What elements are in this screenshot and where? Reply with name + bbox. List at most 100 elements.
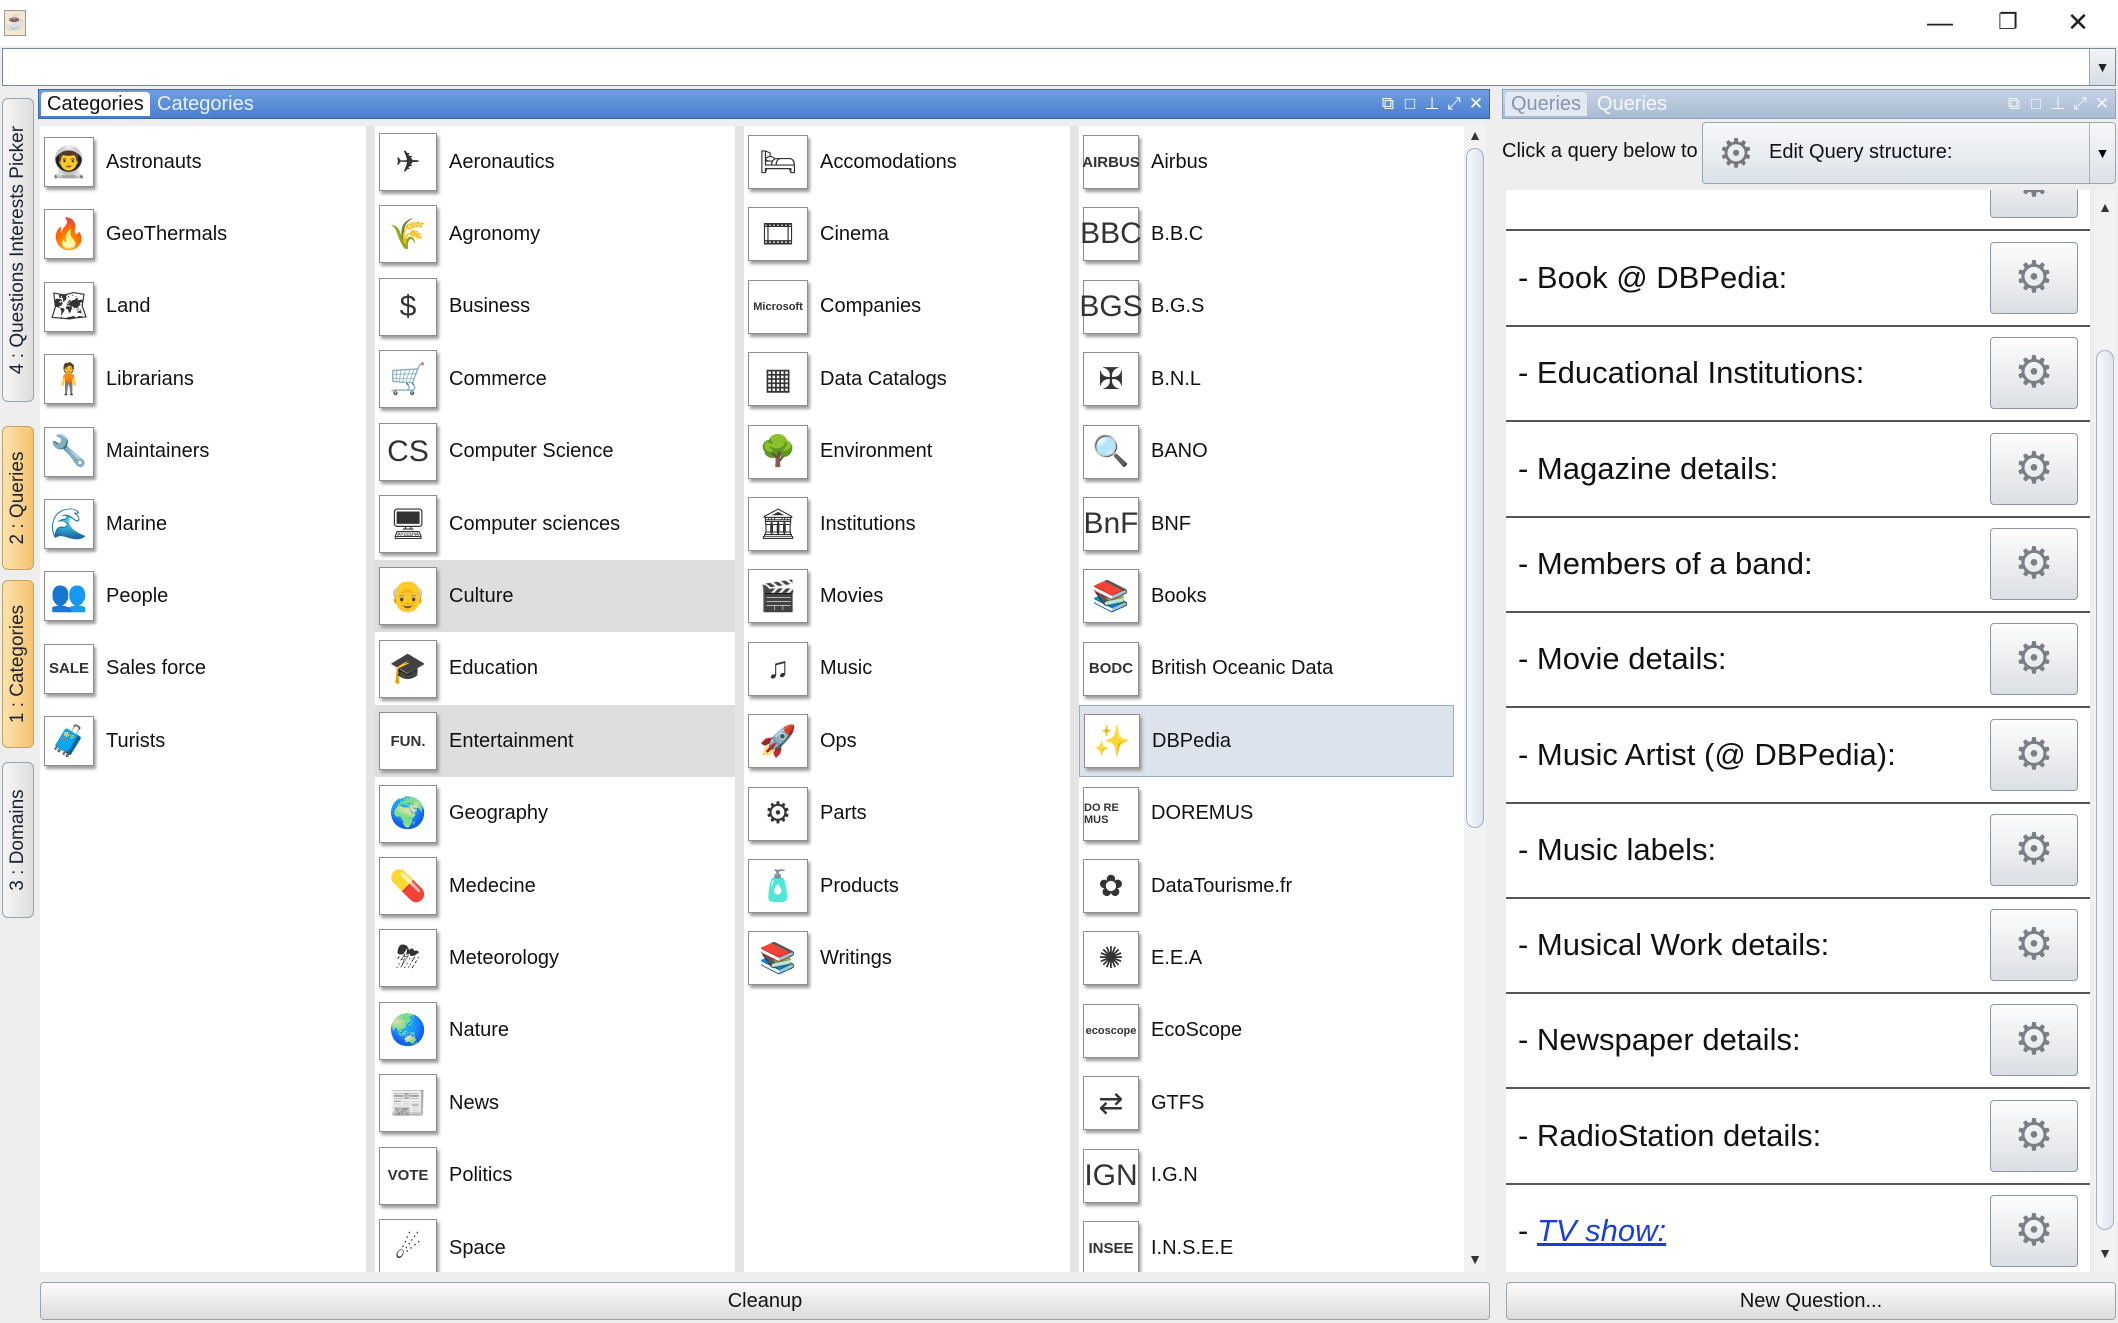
close-button[interactable]: ✕: [2044, 0, 2112, 46]
category-item[interactable]: 🌊 Marine: [40, 488, 366, 560]
edit-query-gear-icon[interactable]: ⚙: [1990, 432, 2078, 505]
panel-pin-icon[interactable]: ⊥: [1421, 93, 1443, 115]
edit-query-gear-icon[interactable]: ⚙: [1990, 1004, 2078, 1077]
gear-pencil-icon[interactable]: ⚙: [1990, 190, 2078, 218]
category-item[interactable]: 🎞 Cinema: [744, 198, 1070, 270]
category-item[interactable]: $ Business: [375, 271, 735, 343]
query-action-combo[interactable]: ⚙ Edit Query structure: ▼: [1702, 122, 2116, 184]
side-tab-queries[interactable]: 2 : Queries: [2, 426, 34, 570]
edit-query-gear-icon[interactable]: ⚙: [1990, 718, 2078, 791]
category-item[interactable]: 🌳 Environment: [744, 416, 1070, 488]
scroll-down-icon[interactable]: ▼: [2094, 1242, 2116, 1264]
cleanup-button[interactable]: Cleanup: [40, 1282, 1490, 1320]
category-item[interactable]: 🗺 Land: [40, 271, 366, 343]
category-item[interactable]: 🔥 GeoThermals: [40, 198, 366, 270]
category-item[interactable]: ☄ Space: [375, 1212, 735, 1272]
category-item[interactable]: BBC B.B.C: [1079, 198, 1454, 270]
category-item[interactable]: 🛒 Commerce: [375, 343, 735, 415]
scroll-up-icon[interactable]: ▲: [2094, 196, 2116, 218]
side-tab-domains[interactable]: 3 : Domains: [2, 762, 34, 918]
category-item[interactable]: 🌏 Nature: [375, 995, 735, 1067]
query-link[interactable]: - TV show:: [1518, 1213, 1666, 1249]
query-row[interactable]: - Musical Work details: ⚙: [1506, 899, 2090, 995]
edit-query-gear-icon[interactable]: ⚙: [1990, 623, 2078, 696]
category-item[interactable]: ⚙ Parts: [744, 778, 1070, 850]
restore-button[interactable]: ❐: [1974, 0, 2042, 46]
category-item[interactable]: ▦ Data Catalogs: [744, 343, 1070, 415]
category-item[interactable]: 💊 Medecine: [375, 850, 735, 922]
query-row[interactable]: - Music labels: ⚙: [1506, 803, 2090, 899]
category-item[interactable]: ⛈ Meteorology: [375, 922, 735, 994]
edit-query-gear-icon[interactable]: ⚙: [1990, 1195, 2078, 1267]
category-item[interactable]: 🎓 Education: [375, 633, 735, 705]
chevron-down-icon[interactable]: ▼: [2089, 123, 2115, 183]
edit-query-gear-icon[interactable]: ⚙: [1990, 813, 2078, 886]
minimize-button[interactable]: —: [1906, 0, 1974, 46]
category-item[interactable]: 🧴 Products: [744, 850, 1070, 922]
category-item[interactable]: ♫ Music: [744, 633, 1070, 705]
category-item[interactable]: 📚 Books: [1079, 560, 1454, 632]
category-item[interactable]: CS Computer Science: [375, 416, 735, 488]
category-item[interactable]: 🌍 Geography: [375, 778, 735, 850]
panel-maximize-icon[interactable]: □: [1399, 93, 1421, 115]
tab-categories[interactable]: Categories: [41, 92, 150, 116]
category-item[interactable]: ✨ DBPedia: [1079, 705, 1454, 778]
query-row[interactable]: - Magazine details: ⚙: [1506, 422, 2090, 518]
category-item[interactable]: 👥 People: [40, 560, 366, 632]
category-item[interactable]: 🎬 Movies: [744, 560, 1070, 632]
query-row[interactable]: - Movie details: ⚙: [1506, 613, 2090, 709]
edit-query-gear-icon[interactable]: ⚙: [1990, 242, 2078, 314]
category-item[interactable]: 👴 Culture: [375, 560, 735, 633]
panel-pin-icon[interactable]: ⊥: [2047, 93, 2069, 115]
side-tab-categories[interactable]: 1 : Categories: [2, 580, 34, 748]
category-item[interactable]: IGN I.G.N: [1079, 1140, 1454, 1212]
panel-detach-icon[interactable]: ⤢: [2069, 93, 2091, 115]
panel-detach-icon[interactable]: ⤢: [1443, 93, 1465, 115]
panel-float-icon[interactable]: ⧉: [2003, 93, 2025, 115]
panel-close-icon[interactable]: ✕: [2091, 93, 2113, 115]
panel-maximize-icon[interactable]: □: [2025, 93, 2047, 115]
scroll-up-icon[interactable]: ▲: [1464, 124, 1486, 146]
category-item[interactable]: 🚀 Ops: [744, 705, 1070, 777]
tab-queries[interactable]: Queries: [1505, 92, 1588, 116]
category-item[interactable]: 🖥 Computer sciences: [375, 488, 735, 560]
category-item[interactable]: 🛏 Accomodations: [744, 126, 1070, 198]
category-item[interactable]: 🧍 Librarians: [40, 343, 366, 415]
category-item[interactable]: BGS B.G.S: [1079, 271, 1454, 343]
category-item[interactable]: BnF BNF: [1079, 488, 1454, 560]
category-item[interactable]: 🔍 BANO: [1079, 416, 1454, 488]
category-item[interactable]: FUN. Entertainment: [375, 705, 735, 778]
scroll-down-icon[interactable]: ▼: [1464, 1248, 1486, 1270]
categories-scrollbar[interactable]: ▲ ▼: [1464, 124, 1486, 1272]
scrollbar-thumb[interactable]: [1466, 148, 1484, 828]
category-item[interactable]: 📰 News: [375, 1067, 735, 1139]
query-row[interactable]: - Members of a band: ⚙: [1506, 517, 2090, 613]
queries-scrollbar[interactable]: ▲ ▼: [2094, 190, 2116, 1272]
category-item[interactable]: 📚 Writings: [744, 922, 1070, 994]
top-combo-box[interactable]: ▼: [2, 48, 2116, 86]
category-item[interactable]: ⇄ GTFS: [1079, 1067, 1454, 1139]
edit-query-gear-icon[interactable]: ⚙: [1990, 909, 2078, 982]
edit-query-gear-icon[interactable]: ⚙: [1990, 1099, 2078, 1172]
tab-categories-secondary[interactable]: Categories: [151, 92, 260, 116]
category-item[interactable]: 👨‍🚀 Astronauts: [40, 126, 366, 198]
tab-queries-secondary[interactable]: Queries: [1591, 92, 1673, 116]
category-item[interactable]: 🏛 Institutions: [744, 488, 1070, 560]
query-row[interactable]: - Music Artist (@ DBPedia): ⚙: [1506, 708, 2090, 804]
chevron-down-icon[interactable]: ▼: [2089, 49, 2115, 85]
query-row[interactable]: - TV show: ⚙: [1506, 1185, 2090, 1272]
category-item[interactable]: INSEE I.N.S.E.E: [1079, 1212, 1454, 1272]
panel-float-icon[interactable]: ⧉: [1377, 93, 1399, 115]
query-row[interactable]: - Newspaper details: ⚙: [1506, 994, 2090, 1090]
category-item[interactable]: ✠ B.N.L: [1079, 343, 1454, 415]
query-link-text[interactable]: TV show:: [1537, 1213, 1666, 1248]
edit-query-gear-icon[interactable]: ⚙: [1990, 527, 2078, 600]
category-item[interactable]: ✿ DataTourisme.fr: [1079, 850, 1454, 922]
new-question-button[interactable]: New Question...: [1506, 1282, 2116, 1320]
category-item[interactable]: SALE Sales force: [40, 633, 366, 705]
category-item[interactable]: ✺ E.E.A: [1079, 922, 1454, 994]
category-item[interactable]: VOTE Politics: [375, 1140, 735, 1212]
side-tab-questions-interests-picker[interactable]: 4 : Questions Interests Picker: [2, 98, 34, 402]
query-row[interactable]: - RadioStation details: ⚙: [1506, 1089, 2090, 1185]
query-row-partial[interactable]: ⚙: [1506, 190, 2090, 231]
